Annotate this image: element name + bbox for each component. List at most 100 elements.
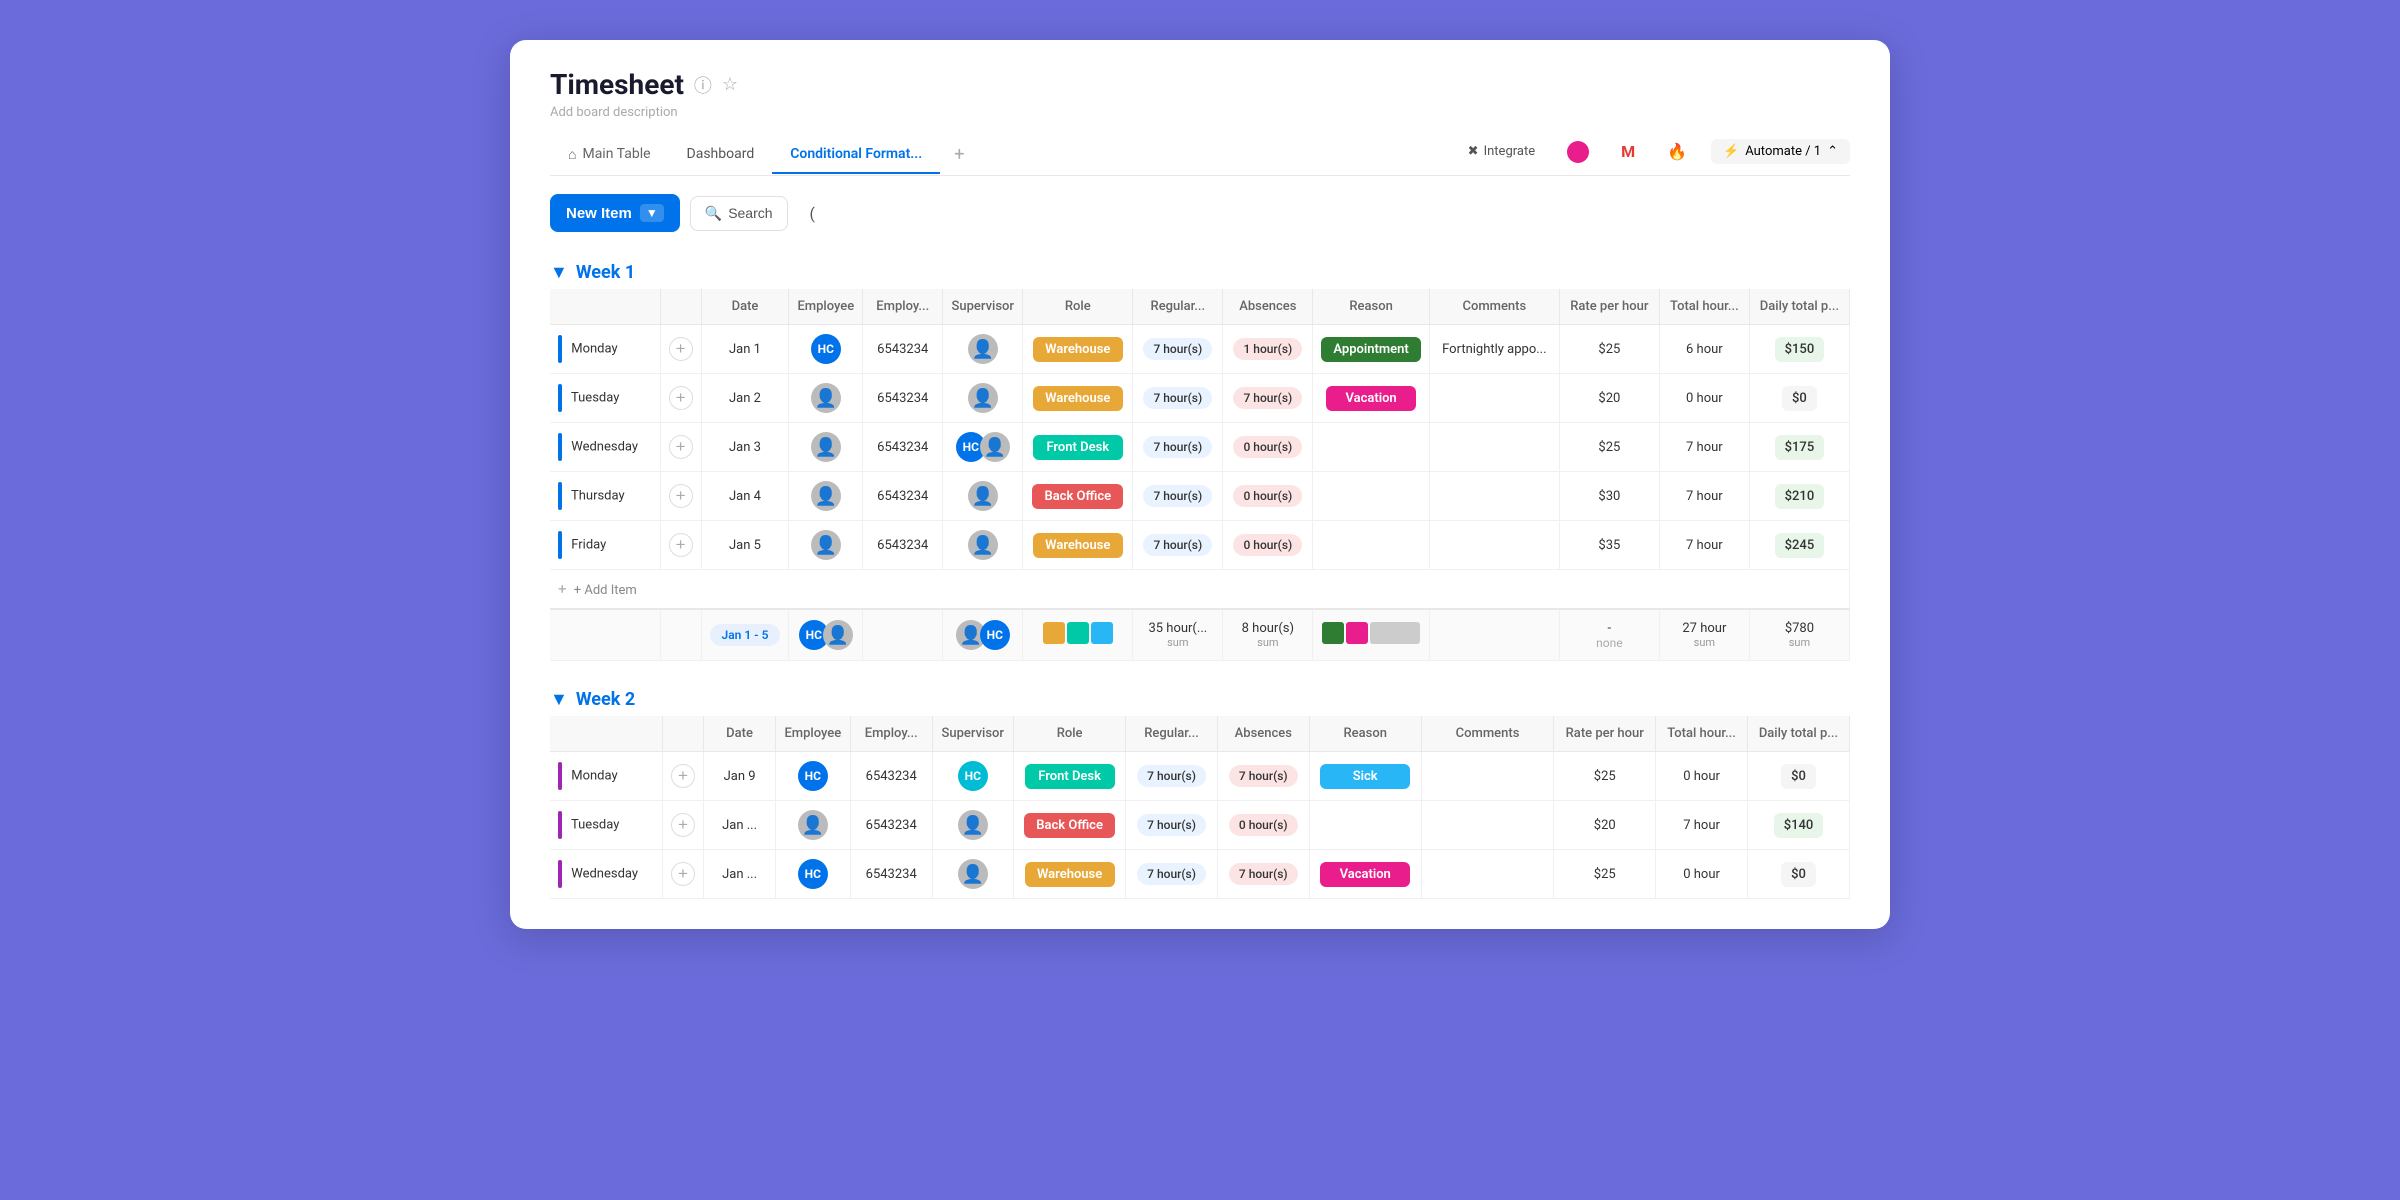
daily-total-wednesday: $175 — [1749, 423, 1849, 472]
regular-thursday: 7 hour(s) — [1133, 472, 1223, 521]
week1-row-tuesday: Tuesday + Jan 2 👤 6543234 👤 Warehouse — [550, 374, 1850, 423]
add-item-plus-icon: + — [558, 580, 567, 598]
w2-supervisor-icon-wednesday: 👤 — [958, 859, 988, 889]
comment-wednesday — [1429, 423, 1559, 472]
w2-supervisor-monday: HC — [932, 752, 1014, 801]
automate-button[interactable]: ⚡ Automate / 1 ⌃ — [1711, 139, 1850, 164]
employee-monday: HC — [789, 325, 863, 374]
w2-col-header-employee: Employee — [775, 716, 850, 752]
comment-friday — [1429, 521, 1559, 570]
absences-thursday: 0 hour(s) — [1223, 472, 1313, 521]
add-item-label[interactable]: + Add Item — [574, 583, 637, 598]
summary-avatar-group: HC 👤 — [799, 620, 853, 650]
new-item-label: New Item — [566, 205, 632, 222]
avatar-c-btn[interactable] — [1559, 137, 1597, 167]
w2-date-monday: Jan 9 — [704, 752, 775, 801]
add-item-cell[interactable]: + + Add Item — [550, 570, 1850, 610]
w2-comment-wednesday — [1421, 850, 1554, 899]
add-row-thursday[interactable]: + — [669, 484, 693, 508]
add-col-wednesday: + — [660, 423, 701, 472]
row-indicator-friday — [558, 531, 562, 559]
summary-empty2 — [660, 609, 701, 661]
tab-add-button[interactable]: + — [940, 134, 978, 175]
role-friday: Warehouse — [1023, 521, 1133, 570]
new-item-button[interactable]: New Item ▼ — [550, 194, 680, 232]
absence-hours-monday: 1 hour(s) — [1233, 338, 1302, 360]
summary-total-hours: 27 hour sum — [1659, 609, 1749, 661]
reason-thursday — [1313, 472, 1429, 521]
week2-row-wednesday: Wednesday + Jan ... HC 6543234 👤 Warehou… — [550, 850, 1850, 899]
reason-color-strip — [1322, 622, 1420, 644]
daily-total-thursday: $210 — [1749, 472, 1849, 521]
color-empty — [1370, 622, 1420, 644]
summary-rate-sublabel: none — [1568, 636, 1651, 650]
role-badge-tuesday: Warehouse — [1033, 386, 1123, 411]
add-row-monday[interactable]: + — [669, 337, 693, 361]
w2-col-header-regular: Regular... — [1126, 716, 1218, 752]
week1-add-item-row[interactable]: + + Add Item — [550, 570, 1850, 610]
info-icon[interactable]: ⓘ — [694, 72, 712, 98]
employee-friday: 👤 — [789, 521, 863, 570]
w2-regular-hours-wednesday: 7 hour(s) — [1137, 863, 1206, 885]
integrate-button[interactable]: ✖ Integrate — [1460, 140, 1543, 163]
filter-button[interactable]: ( — [798, 196, 827, 231]
w2-add-row-tuesday[interactable]: + — [671, 813, 695, 837]
summary-regular-label: sum — [1141, 636, 1214, 649]
home-icon: ⌂ — [568, 146, 576, 163]
tab-conditional-format[interactable]: Conditional Format... — [772, 136, 940, 174]
week2-toggle[interactable]: ▼ — [550, 689, 568, 710]
add-row-friday[interactable]: + — [669, 533, 693, 557]
absence-hours-thursday: 0 hour(s) — [1233, 485, 1302, 507]
search-button[interactable]: 🔍 Search — [690, 196, 788, 231]
role-badge-friday: Warehouse — [1033, 533, 1123, 558]
board-description[interactable]: Add board description — [550, 105, 1850, 120]
row-indicator-thursday — [558, 482, 562, 510]
w2-comment-monday — [1421, 752, 1554, 801]
automate-chevron: ⌃ — [1827, 144, 1838, 159]
comment-monday: Fortnightly appo... — [1429, 325, 1559, 374]
w2-row-indicator-wednesday — [558, 860, 562, 888]
w2-col-header-employno: Employ... — [850, 716, 932, 752]
add-row-wednesday[interactable]: + — [669, 435, 693, 459]
w2-col-header-day — [550, 716, 662, 752]
star-icon[interactable]: ☆ — [722, 74, 738, 95]
w2-col-header-reason: Reason — [1309, 716, 1421, 752]
rate-wednesday: $25 — [1559, 423, 1659, 472]
total-hours-tuesday: 0 hour — [1659, 374, 1749, 423]
absences-friday: 0 hour(s) — [1223, 521, 1313, 570]
col-header-regular: Regular... — [1133, 289, 1223, 325]
w2-supervisor-icon-tuesday: 👤 — [958, 810, 988, 840]
w2-reason-wednesday: Vacation — [1309, 850, 1421, 899]
w2-regular-hours-tuesday: 7 hour(s) — [1137, 814, 1206, 836]
summary-reason — [1313, 609, 1429, 661]
tab-dashboard[interactable]: Dashboard — [669, 136, 773, 174]
tab-right-actions: ✖ Integrate M 🔥 ⚡ Automate / 1 ⌃ — [1460, 137, 1850, 173]
reason-badge-tuesday: Vacation — [1326, 386, 1416, 411]
absence-hours-friday: 0 hour(s) — [1233, 534, 1302, 556]
week1-toggle[interactable]: ▼ — [550, 262, 568, 283]
w2-total-hours-monday: 0 hour — [1656, 752, 1748, 801]
summary-absences: 8 hour(s) sum — [1223, 609, 1313, 661]
supervisor-icon-tuesday: 👤 — [968, 383, 998, 413]
daily-total-badge-tuesday: $0 — [1782, 386, 1817, 411]
avatar-s-btn[interactable]: 🔥 — [1659, 138, 1695, 165]
reason-friday — [1313, 521, 1429, 570]
add-col-friday: + — [660, 521, 701, 570]
regular-wednesday: 7 hour(s) — [1133, 423, 1223, 472]
role-wednesday: Front Desk — [1023, 423, 1133, 472]
w2-employee-monday: HC — [775, 752, 850, 801]
role-badge-thursday: Back Office — [1032, 484, 1123, 509]
date-wednesday: Jan 3 — [701, 423, 789, 472]
automate-icon: ⚡ — [1723, 144, 1739, 159]
new-item-dropdown-arrow[interactable]: ▼ — [640, 204, 664, 222]
add-row-tuesday[interactable]: + — [669, 386, 693, 410]
tab-main-table[interactable]: ⌂ Main Table — [550, 136, 669, 175]
avatar-friday: 👤 — [811, 530, 841, 560]
w2-add-row-wednesday[interactable]: + — [671, 862, 695, 886]
avatar-m-btn[interactable]: M — [1613, 138, 1643, 165]
summary-empty — [550, 609, 660, 661]
add-col-tuesday: + — [660, 374, 701, 423]
w2-role-badge-monday: Front Desk — [1025, 764, 1115, 789]
w2-add-row-monday[interactable]: + — [671, 764, 695, 788]
day-cell-friday: Friday — [550, 521, 660, 570]
